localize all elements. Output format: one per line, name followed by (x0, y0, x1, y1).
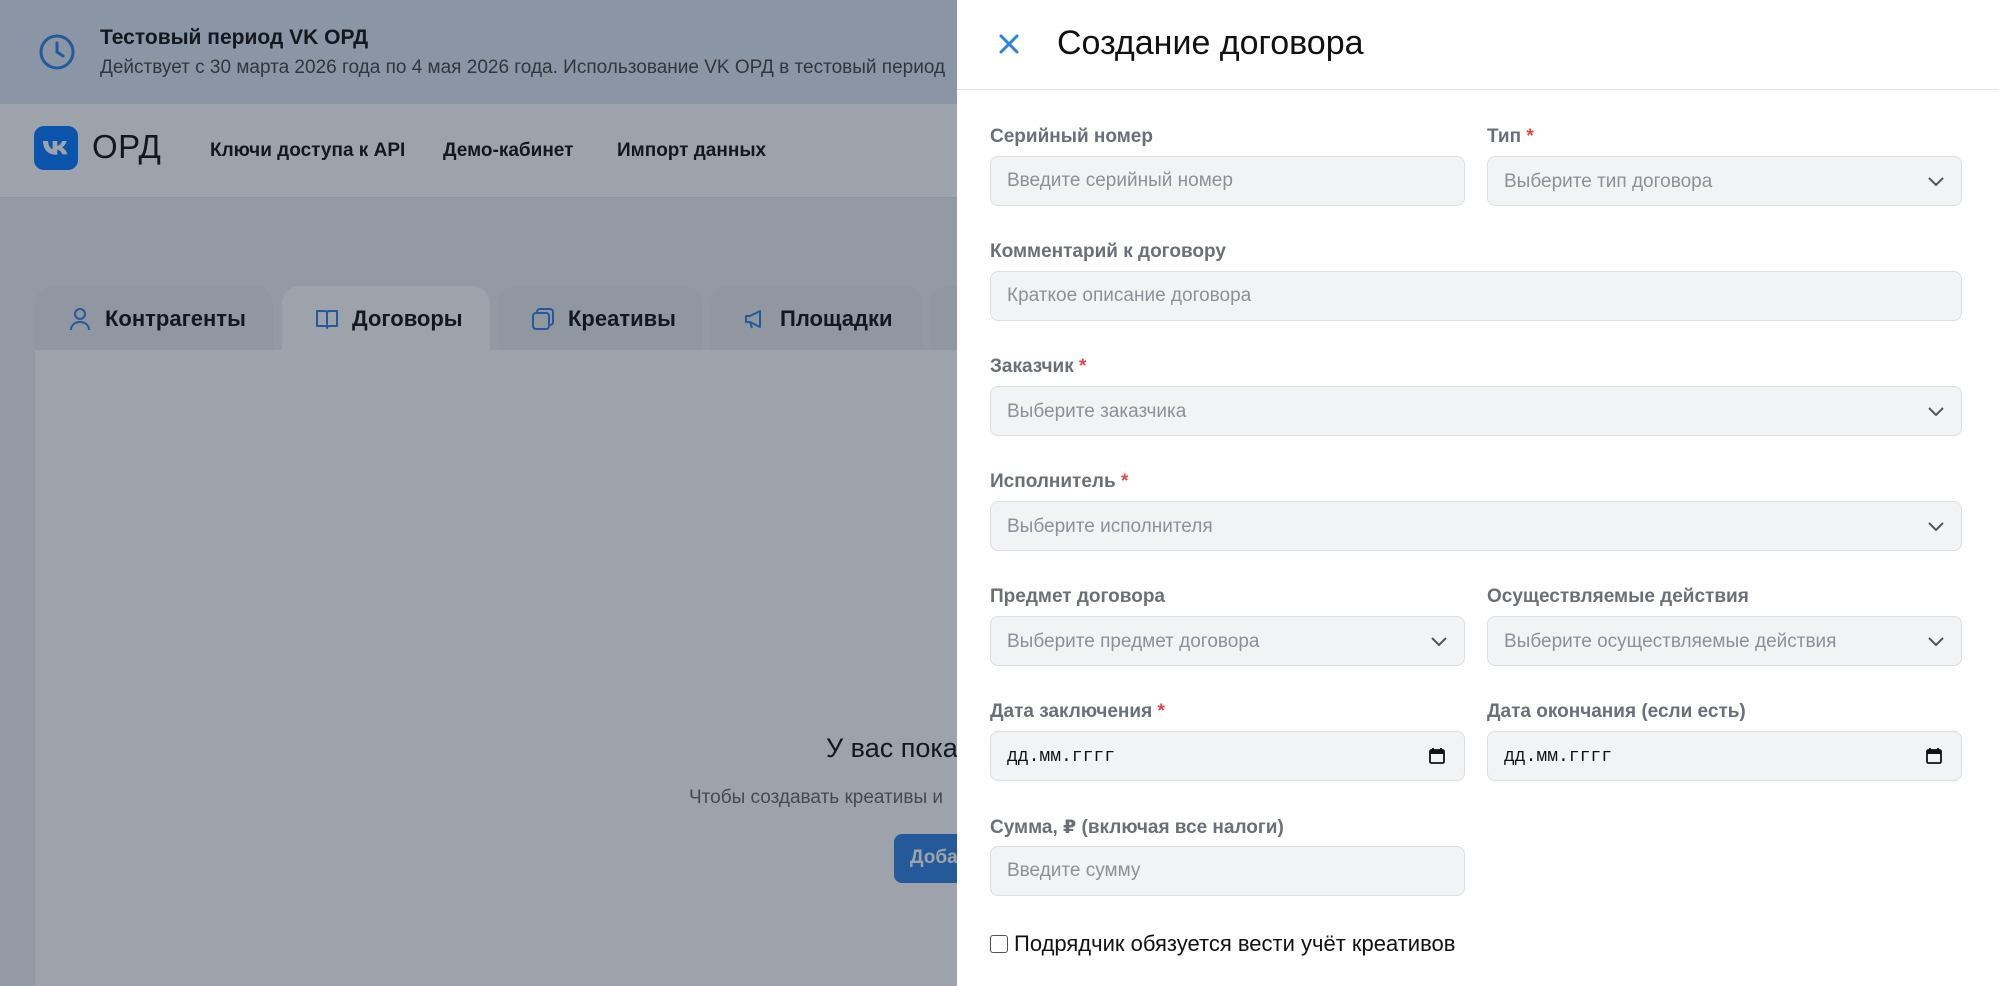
calendar-icon[interactable] (1428, 747, 1446, 765)
serial-number-input[interactable] (990, 156, 1465, 206)
date-end-input[interactable]: дд.мм.гггг (1487, 731, 1962, 781)
amount-input[interactable] (990, 846, 1465, 896)
actions-select[interactable]: Выберите осуществляемые действия (1487, 616, 1962, 666)
create-contract-drawer: Создание договора Серийный номер Тип * В… (957, 0, 1999, 986)
close-icon (999, 34, 1019, 54)
date-start-input[interactable]: дд.мм.гггг (990, 731, 1465, 781)
drawer-title: Создание договора (1057, 24, 1364, 62)
executor-label: Исполнитель * (990, 471, 1129, 492)
actions-label: Осуществляемые действия (1487, 586, 1749, 607)
subject-select[interactable]: Выберите предмет договора (990, 616, 1465, 666)
type-select[interactable]: Выберите тип договора (1487, 156, 1962, 206)
date-end-label: Дата окончания (если есть) (1487, 701, 1746, 722)
customer-select[interactable]: Выберите заказчика (990, 386, 1962, 436)
required-mark: * (1079, 356, 1087, 377)
creatives-accounting-checkbox-row[interactable]: Подрядчик обязуется вести учёт креативов (990, 931, 1455, 957)
chevron-down-icon (1928, 637, 1944, 647)
required-mark: * (1526, 126, 1534, 147)
calendar-icon[interactable] (1925, 747, 1943, 765)
required-mark: * (1120, 471, 1129, 492)
close-button[interactable] (993, 28, 1025, 60)
chevron-down-icon (1928, 407, 1944, 417)
date-start-label: Дата заключения * (990, 701, 1165, 722)
type-label: Тип * (1487, 126, 1534, 147)
checkbox-label[interactable]: Подрядчик обязуется вести учёт креативов (1014, 931, 1455, 957)
customer-label: Заказчик * (990, 356, 1087, 377)
comment-label: Комментарий к договору (990, 241, 1226, 262)
drawer-header: Создание договора (957, 0, 1999, 90)
creatives-accounting-checkbox[interactable] (990, 935, 1008, 953)
chevron-down-icon (1928, 177, 1944, 187)
chevron-down-icon (1431, 637, 1447, 647)
chevron-down-icon (1928, 522, 1944, 532)
required-mark: * (1157, 701, 1165, 722)
amount-label: Сумма, ₽ (включая все налоги) (990, 817, 1284, 838)
executor-select[interactable]: Выберите исполнителя (990, 501, 1962, 551)
comment-input[interactable] (990, 271, 1962, 321)
subject-label: Предмет договора (990, 586, 1165, 607)
serial-number-label: Серийный номер (990, 126, 1153, 147)
